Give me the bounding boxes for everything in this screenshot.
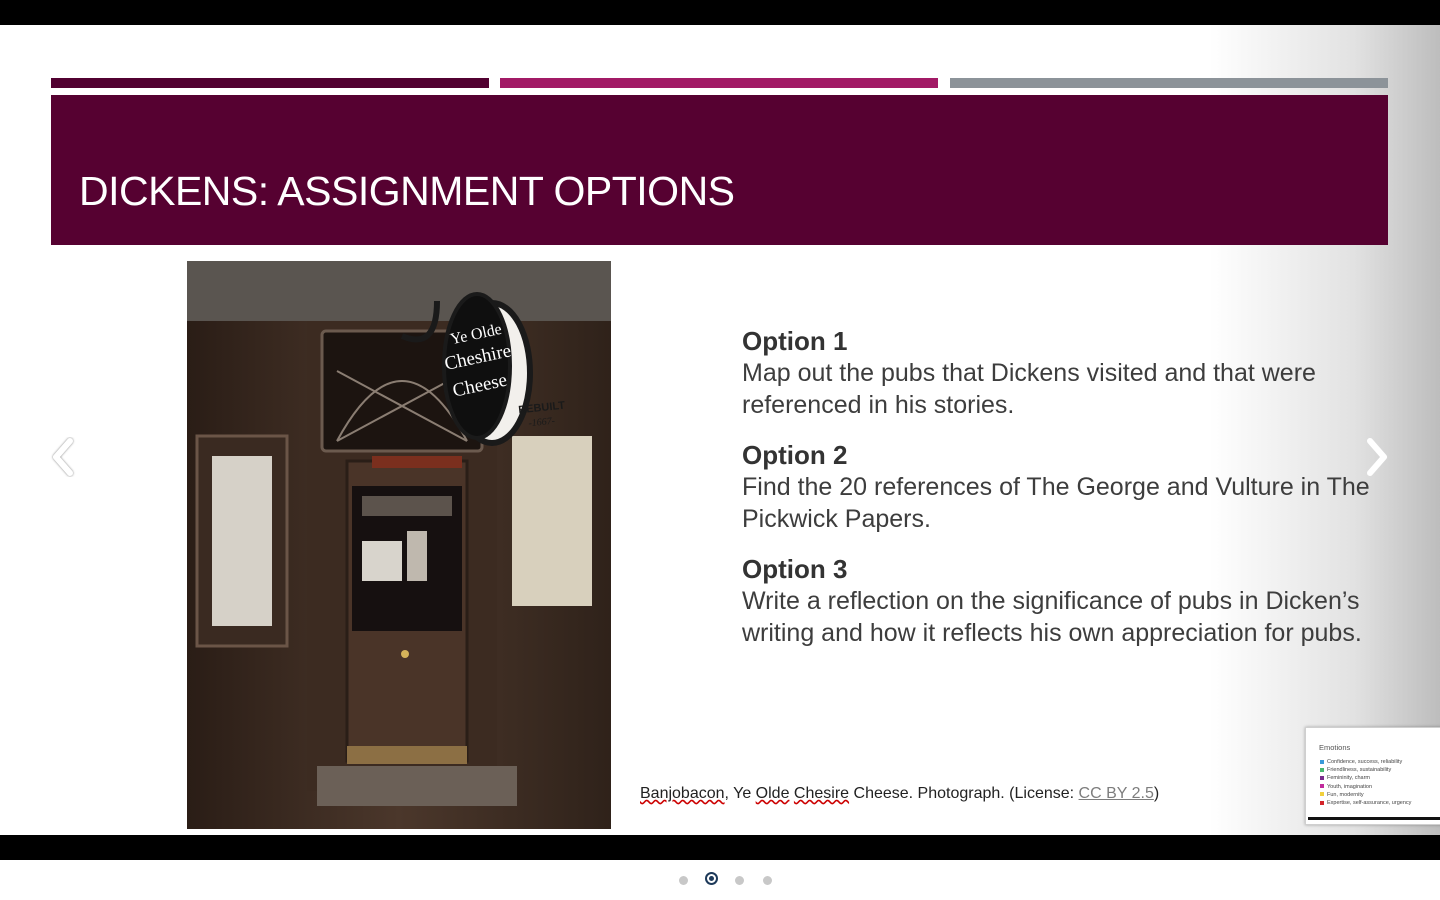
caption-word: Olde [755, 785, 790, 802]
thumbnail-item-label: Fun, modernity [1327, 791, 1364, 798]
caption-rest: Cheese. Photograph. (License: [849, 785, 1079, 802]
color-swatch [1320, 767, 1324, 772]
page-dot-1[interactable] [679, 876, 688, 885]
color-swatch [1320, 784, 1324, 789]
thumbnail-item-label: Femininity, charm [1327, 775, 1370, 782]
option-item: Option 2 Find the 20 references of The G… [742, 439, 1382, 535]
license-link[interactable]: CC BY 2.5 [1079, 785, 1154, 802]
option-heading: Option 1 [742, 326, 848, 356]
caption-word: Chesire [793, 785, 850, 802]
option-text: Write a reflection on the significance o… [742, 587, 1362, 647]
list-item: Friendliness, sustainability [1320, 766, 1411, 774]
bottom-bar [0, 835, 1440, 860]
list-item: Expertise, self-assurance, urgency [1320, 799, 1411, 807]
pub-photo-illustration: Ye Olde Cheshire Cheese REBUILT -1667- [187, 261, 611, 829]
thumbnail-list: Confidence, success, reliability Friendl… [1320, 758, 1411, 807]
color-swatch [1320, 775, 1324, 780]
page-dot-4[interactable] [763, 876, 772, 885]
thumbnail-item-label: Youth, imagination [1327, 783, 1373, 790]
caption-author: Banjobacon [640, 785, 725, 802]
thumbnail-title: Emotions [1319, 743, 1351, 752]
slide-title: DICKENS: ASSIGNMENT OPTIONS [79, 168, 735, 214]
caption-word: Ye [733, 785, 756, 802]
list-item: Fun, modernity [1320, 791, 1411, 799]
title-banner: DICKENS: ASSIGNMENT OPTIONS [51, 95, 1388, 245]
caption-separator: , [724, 785, 734, 802]
color-swatch [1320, 759, 1324, 764]
photo-caption: Banjobacon, Ye Olde Chesire Cheese. Phot… [640, 785, 1159, 803]
thumbnail-item-label: Confidence, success, reliability [1327, 759, 1403, 765]
chevron-left-icon [53, 438, 73, 476]
accent-stripe-1 [51, 78, 489, 88]
option-text: Find the 20 references of The George and… [742, 473, 1370, 533]
color-swatch [1320, 792, 1324, 797]
caption-close: ) [1153, 785, 1160, 802]
option-item: Option 1 Map out the pubs that Dickens v… [742, 325, 1382, 421]
option-heading: Option 2 [742, 440, 848, 470]
list-item: Youth, imagination [1320, 783, 1411, 791]
slide: DICKENS: ASSIGNMENT OPTIONS Ye Olde Ches… [0, 25, 1440, 835]
color-swatch [1320, 800, 1324, 805]
page-dot-2-active[interactable] [705, 872, 718, 885]
thumbnail-footer-bar [1308, 817, 1440, 820]
page-indicator-bar [0, 860, 1440, 900]
assignment-options: Option 1 Map out the pubs that Dickens v… [742, 325, 1382, 667]
list-item: Confidence, success, reliability [1320, 758, 1411, 766]
option-text: Map out the pubs that Dickens visited an… [742, 359, 1316, 419]
accent-stripe-3 [950, 78, 1388, 88]
previous-slide-button[interactable] [48, 437, 78, 477]
pub-photo: Ye Olde Cheshire Cheese REBUILT -1667- [187, 261, 611, 829]
list-item: Femininity, charm [1320, 774, 1411, 782]
chevron-right-icon [1367, 438, 1387, 476]
option-item: Option 3 Write a reflection on the signi… [742, 553, 1382, 649]
page-dot-3[interactable] [735, 876, 744, 885]
option-heading: Option 3 [742, 554, 848, 584]
top-status-bar [0, 0, 1440, 25]
thumbnail-item-label: Expertise, self-assurance, urgency [1327, 800, 1412, 807]
thumbnail-item-label: Friendliness, sustainability [1327, 767, 1392, 774]
next-slide-thumbnail[interactable]: Emotions Confidence, success, reliabilit… [1305, 727, 1440, 825]
next-slide-button[interactable] [1362, 437, 1392, 477]
accent-stripe-2 [500, 78, 938, 88]
